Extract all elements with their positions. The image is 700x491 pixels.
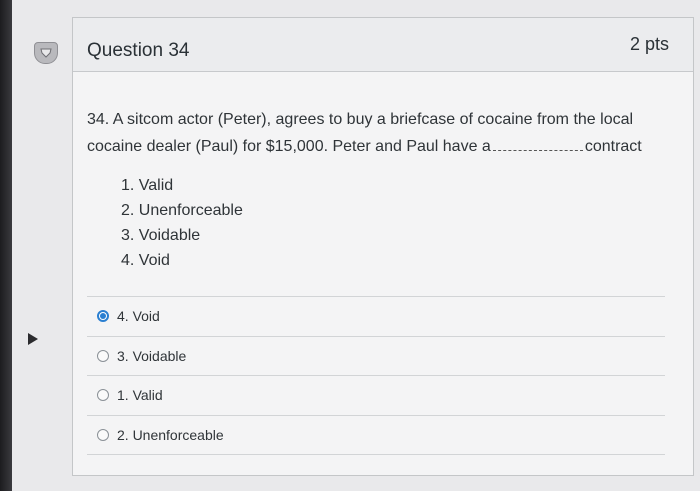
radio-icon[interactable] <box>97 349 109 362</box>
question-points: 2 pts <box>629 34 669 54</box>
answer-choice[interactable]: 3. Voidable <box>87 335 665 376</box>
answer-label: 2. Unenforceable <box>117 426 224 443</box>
option-item: 2. Unenforceable <box>121 202 243 219</box>
answer-label: 4. Void <box>117 308 160 325</box>
answer-choice[interactable]: 4. Void <box>87 296 665 336</box>
flag-icon[interactable] <box>34 42 58 64</box>
radio-icon[interactable] <box>97 428 109 441</box>
answer-label: 1. Valid <box>117 387 163 404</box>
play-arrow-icon[interactable] <box>28 333 38 345</box>
option-list: 1. Valid 2. Unenforceable 3. Voidable 4.… <box>121 173 243 273</box>
radio-icon[interactable] <box>97 389 109 402</box>
question-card: Question 34 2 pts 34. A sitcom actor (Pe… <box>72 17 694 476</box>
answer-choice[interactable]: 2. Unenforceable <box>87 414 665 455</box>
left-edge-frame <box>0 0 12 491</box>
option-item: 1. Valid <box>121 177 174 194</box>
question-header: Question 34 2 pts <box>73 18 693 72</box>
answer-choices: 4. Void 3. Voidable 1. Valid 2. Unenforc… <box>87 296 665 455</box>
answer-choice[interactable]: 1. Valid <box>87 375 665 415</box>
answer-label: 3. Voidable <box>117 347 187 364</box>
question-text: 34. A sitcom actor (Peter), agrees to bu… <box>87 106 677 160</box>
option-item: 4. Void <box>121 252 170 269</box>
fill-in-blank <box>492 140 583 151</box>
option-item: 3. Voidable <box>121 227 201 244</box>
question-title: Question 34 <box>87 40 190 61</box>
radio-selected-icon[interactable] <box>97 310 109 323</box>
question-text-after: contract <box>584 138 642 155</box>
